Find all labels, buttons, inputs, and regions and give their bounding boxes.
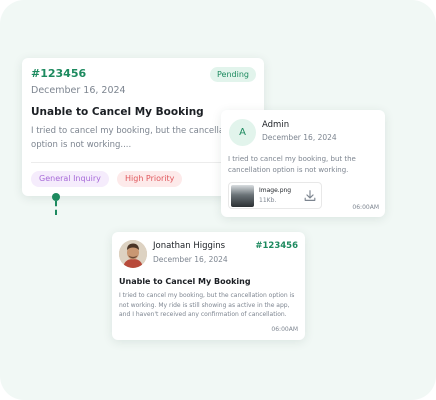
status-badge: Pending <box>210 67 256 82</box>
attachment-name: Image.png <box>259 187 292 194</box>
admin-time: 06:00AM <box>352 204 379 211</box>
customer-message: I tried to cancel my booking, but the ca… <box>119 292 295 318</box>
attachment-size: 11Kb. <box>259 197 277 204</box>
admin-name: Admin <box>262 120 290 130</box>
ticket-date: December 16, 2024 <box>31 85 126 96</box>
admin-date: December 16, 2024 <box>262 133 337 142</box>
attachment[interactable]: Image.png 11Kb. <box>228 182 322 209</box>
tag-general-inquiry[interactable]: General Inquiry <box>31 171 109 187</box>
customer-message-card: Jonathan Higgins December 16, 2024 #1234… <box>112 232 305 340</box>
connector-line <box>55 201 57 215</box>
download-icon[interactable] <box>303 189 317 203</box>
customer-date: December 16, 2024 <box>153 255 228 264</box>
ticket-description: I tried to cancel my booking, but the ca… <box>31 126 241 150</box>
avatar <box>119 240 147 268</box>
connector-dot-icon <box>52 193 60 201</box>
tag-high-priority[interactable]: High Priority <box>117 171 183 187</box>
admin-message: I tried to cancel my booking, but the ca… <box>228 155 356 174</box>
ticket-title: Unable to Cancel My Booking <box>31 106 204 118</box>
ticket-id: #123456 <box>255 241 298 251</box>
message-title: Unable to Cancel My Booking <box>119 277 251 286</box>
ticket-id: #123456 <box>31 67 87 80</box>
admin-reply-card: A Admin December 16, 2024 I tried to can… <box>221 110 385 217</box>
avatar-photo <box>119 240 147 268</box>
customer-name: Jonathan Higgins <box>153 241 226 251</box>
customer-time: 06:00AM <box>271 326 298 333</box>
attachment-thumbnail <box>231 185 254 207</box>
avatar: A <box>229 119 256 146</box>
